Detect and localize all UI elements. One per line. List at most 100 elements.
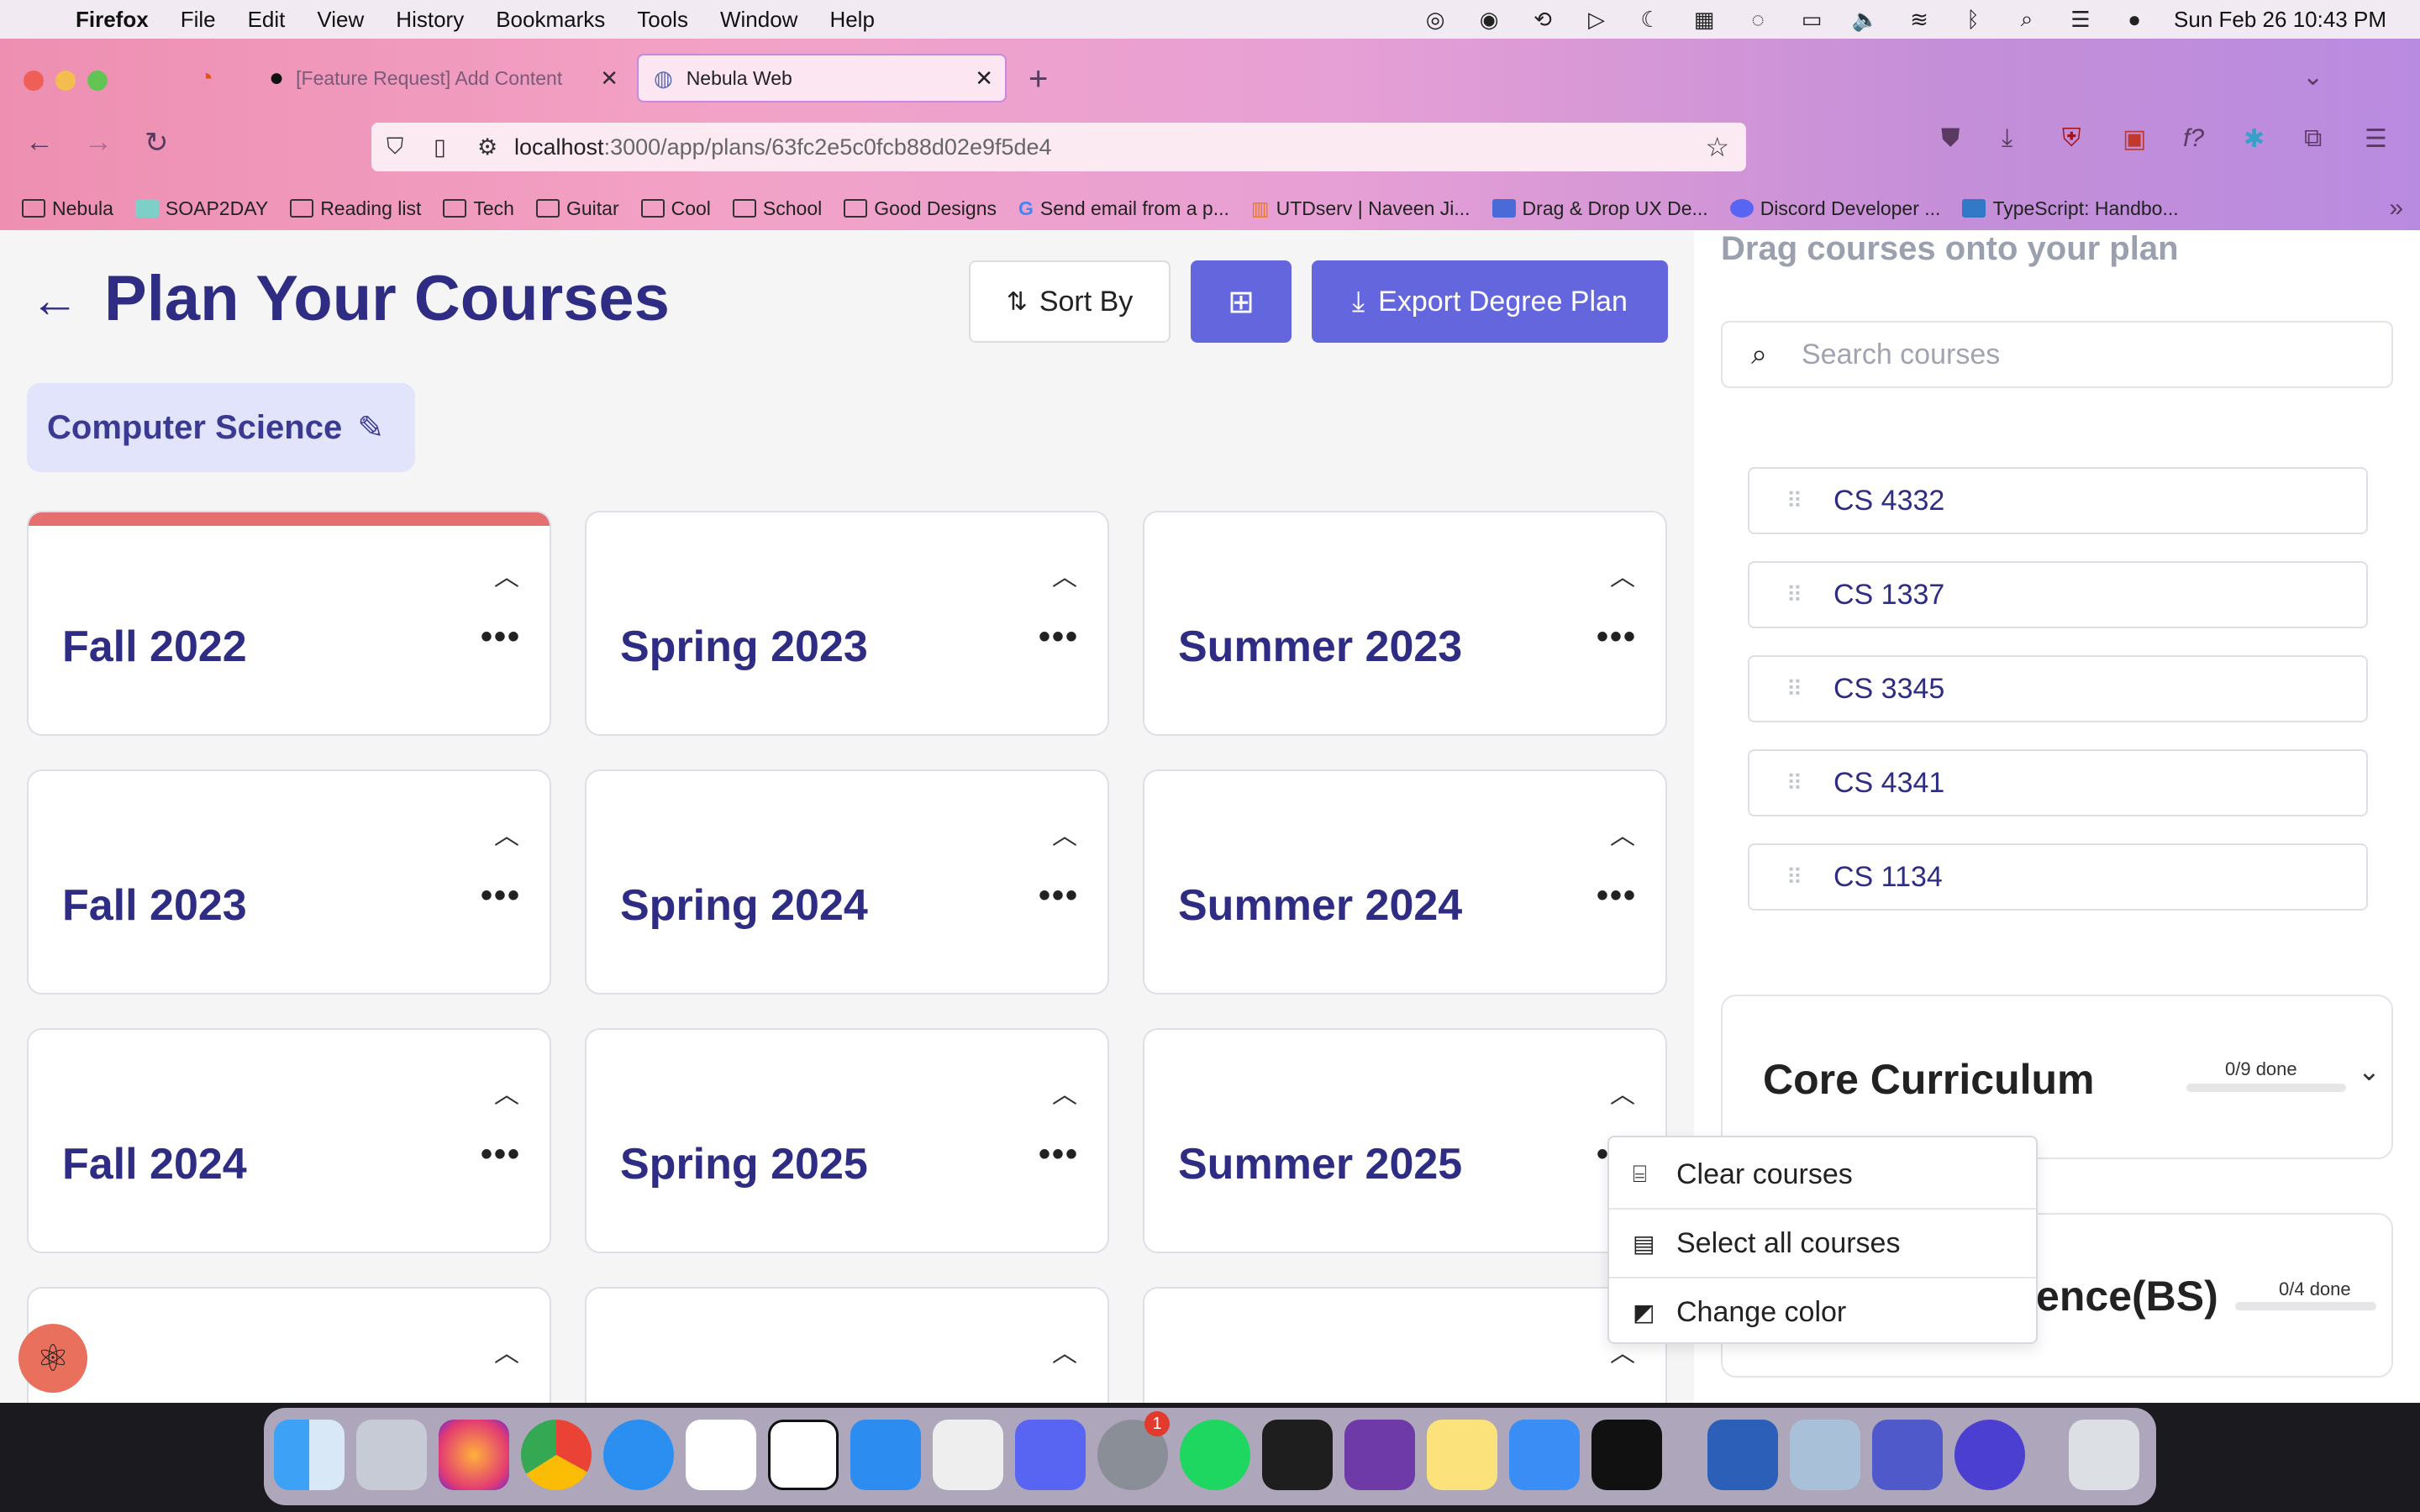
search-courses-input[interactable]: ⌕ Search courses <box>1721 321 2393 388</box>
bookmark-school[interactable]: School <box>732 197 822 220</box>
drag-handle-icon[interactable]: ⠿ <box>1786 864 1812 890</box>
more-options-icon[interactable]: ••• <box>1039 1136 1079 1173</box>
add-semester-button[interactable]: ⊞ <box>1191 260 1292 343</box>
close-tab-icon[interactable]: ✕ <box>600 66 618 92</box>
semester-card[interactable]: ︿ <box>585 1287 1109 1403</box>
close-window-button[interactable] <box>24 71 44 91</box>
arc-icon[interactable] <box>1954 1420 2025 1490</box>
more-options-icon[interactable]: ••• <box>1039 877 1079 915</box>
export-degree-plan-button[interactable]: ⤓ Export Degree Plan <box>1312 260 1668 343</box>
drag-handle-icon[interactable]: ⠿ <box>1786 676 1812 702</box>
semester-card[interactable]: ︿ Spring 2025 ••• <box>585 1028 1109 1253</box>
permissions-icon[interactable]: ⚙ <box>477 134 514 160</box>
calendar-icon[interactable]: ▦ <box>1690 7 1718 32</box>
volume-icon[interactable]: 🔈 <box>1851 7 1880 32</box>
bookmark-guitar[interactable]: Guitar <box>535 197 619 220</box>
bookmark-send-email[interactable]: G Send email from a p... <box>1018 197 1229 220</box>
notes-icon[interactable] <box>1427 1420 1497 1490</box>
extension-icon[interactable]: ▣ <box>2123 124 2146 154</box>
bookmark-good-designs[interactable]: Good Designs <box>844 197 997 220</box>
menu-view[interactable]: View <box>317 7 364 33</box>
bookmark-discord-developer[interactable]: Discord Developer ... <box>1729 197 1940 220</box>
launchpad-icon[interactable] <box>356 1420 427 1490</box>
xcode-icon[interactable] <box>1509 1420 1580 1490</box>
semester-card[interactable]: ︿ Fall 2022 ••• <box>27 511 551 736</box>
menu-tools[interactable]: Tools <box>637 7 688 33</box>
minimize-window-button[interactable] <box>55 71 76 91</box>
spotify-icon[interactable] <box>1180 1420 1250 1490</box>
bookmark-star-icon[interactable]: ☆ <box>1705 131 1729 163</box>
pocket-icon[interactable]: ⛊ <box>1941 124 1960 153</box>
menu-file[interactable]: File <box>181 7 216 33</box>
collapse-chevron-icon[interactable]: ︿ <box>494 1332 519 1369</box>
more-options-icon[interactable]: ••• <box>481 618 521 656</box>
formula-extension-icon[interactable]: f? <box>2183 124 2204 153</box>
semester-card[interactable]: ︿ Fall 2024 ••• <box>27 1028 551 1253</box>
more-bookmarks-icon[interactable]: » <box>2389 194 2403 223</box>
siri-icon[interactable]: ● <box>2120 7 2149 32</box>
course-item[interactable]: ⠿ CS 1134 <box>1748 843 2368 911</box>
more-options-icon[interactable]: ••• <box>1597 877 1637 915</box>
vscode-icon[interactable] <box>686 1420 756 1490</box>
bookmark-nebula[interactable]: Nebula <box>22 197 113 220</box>
list-all-tabs-icon[interactable]: ⌄ <box>2302 62 2323 92</box>
unity-icon[interactable] <box>933 1420 1003 1490</box>
hamburger-menu-icon[interactable]: ☰ <box>2365 124 2387 154</box>
course-item[interactable]: ⠿ CS 4341 <box>1748 749 2368 816</box>
expand-chevron-icon[interactable]: ⌄ <box>2358 1055 2381 1087</box>
creative-cloud-icon[interactable]: ◎ <box>1421 7 1449 32</box>
tab-github[interactable]: ● [Feature Request] Add Content ✕ <box>254 54 630 102</box>
semester-card[interactable]: ︿ Spring 2023 ••• <box>585 511 1109 736</box>
firefox-view-icon[interactable]: ◔ <box>198 64 213 92</box>
teams-icon[interactable] <box>1872 1420 1943 1490</box>
collapse-chevron-icon[interactable]: ︿ <box>1610 815 1635 852</box>
collapse-chevron-icon[interactable]: ︿ <box>1052 815 1077 852</box>
extensions-puzzle-icon[interactable]: ⧉ <box>2304 124 2322 153</box>
course-item[interactable]: ⠿ CS 3345 <box>1748 655 2368 722</box>
discord-icon[interactable] <box>1015 1420 1086 1490</box>
bookmark-typescript[interactable]: TypeScript: Handbo... <box>1962 197 2179 220</box>
bookmark-soap2day[interactable]: SOAP2DAY <box>134 197 268 220</box>
firefox-icon[interactable] <box>439 1420 509 1490</box>
bookmark-drag-drop[interactable]: Drag & Drop UX De... <box>1491 197 1708 220</box>
course-item[interactable]: ⠿ CS 1337 <box>1748 561 2368 628</box>
zoom-window-button[interactable] <box>87 71 108 91</box>
notion-icon[interactable] <box>768 1420 839 1490</box>
more-options-icon[interactable]: ••• <box>481 877 521 915</box>
vpn-icon[interactable]: ◉ <box>1475 7 1503 32</box>
wifi-icon[interactable]: ≋ <box>1905 7 1933 32</box>
semester-card[interactable]: ︿ Summer 2023 ••• <box>1143 511 1667 736</box>
address-bar[interactable]: ⛉ ▯ ⚙ localhost :3000/app/plans/63fc2e5c… <box>371 123 1746 171</box>
select-all-courses-menu-item[interactable]: ▤ Select all courses <box>1609 1210 2036 1277</box>
menu-bookmarks[interactable]: Bookmarks <box>496 7 605 33</box>
menu-window[interactable]: Window <box>720 7 797 33</box>
play-icon[interactable]: ▷ <box>1582 7 1611 32</box>
airdrop-icon[interactable]: ◌ <box>1744 7 1772 32</box>
extension-star-icon[interactable]: ✱ <box>2244 124 2265 154</box>
more-options-icon[interactable]: ••• <box>481 1136 521 1173</box>
app-store-icon[interactable] <box>850 1420 921 1490</box>
close-tab-icon[interactable]: ✕ <box>975 66 993 92</box>
ublock-icon[interactable]: ⛨ <box>2062 124 2081 153</box>
semester-card[interactable]: ︿ Summer 2025 ••• <box>1143 1028 1667 1253</box>
spotlight-search-icon[interactable]: ⌕ <box>2012 6 2041 31</box>
chrome-icon[interactable] <box>521 1420 592 1490</box>
reload-icon[interactable]: ↻ <box>145 126 169 160</box>
battery-icon[interactable]: ▭ <box>1797 7 1826 32</box>
menu-history[interactable]: History <box>396 7 464 33</box>
bookmark-tech[interactable]: Tech <box>443 197 514 220</box>
terminal-alt-icon[interactable] <box>1591 1420 1662 1490</box>
bluetooth-icon[interactable]: ᛒ <box>1959 7 1987 32</box>
back-arrow-icon[interactable]: ← <box>30 272 79 328</box>
trash-icon[interactable] <box>2069 1420 2139 1490</box>
collapse-chevron-icon[interactable]: ︿ <box>1052 1074 1077 1110</box>
collapse-chevron-icon[interactable]: ︿ <box>494 815 519 852</box>
semester-card[interactable]: ︿ <box>27 1287 551 1403</box>
collapse-chevron-icon[interactable]: ︿ <box>494 556 519 593</box>
collapse-chevron-icon[interactable]: ︿ <box>1610 556 1635 593</box>
bookmark-utdserv[interactable]: ▥ UTDserv | Naveen Ji... <box>1251 197 1470 220</box>
tab-nebula-web[interactable]: ◍ Nebula Web ✕ <box>637 54 1007 102</box>
menu-app-name[interactable]: Firefox <box>76 7 149 33</box>
bookmark-cool[interactable]: Cool <box>640 197 711 220</box>
semester-card[interactable]: ︿ <box>1143 1287 1667 1403</box>
